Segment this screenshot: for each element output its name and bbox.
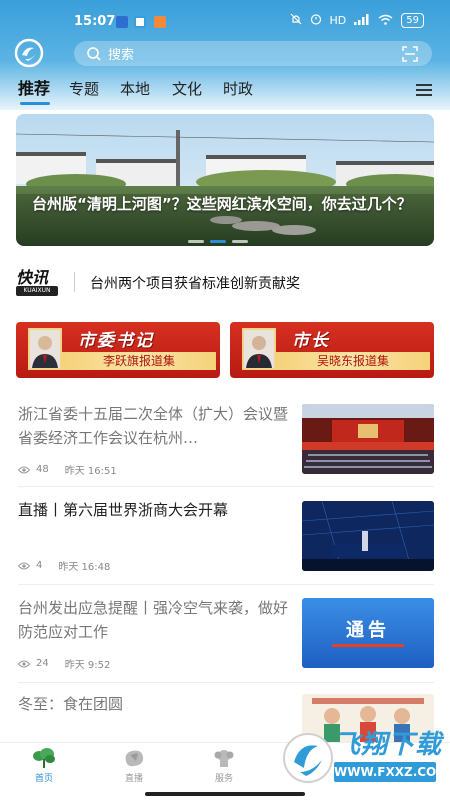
news-flash-headline: 台州两个项目获省标准创新贡献奖 [90,276,300,292]
notice-underline [332,644,404,647]
wifi-icon [378,14,393,28]
nav-home[interactable]: 首页 [14,747,74,784]
active-tab-indicator [20,102,50,105]
carousel-dot [188,240,204,243]
app-logo [14,38,44,68]
watermark-logo-icon [283,733,333,783]
news-flash[interactable]: 快讯 KUAIXUN 台州两个项目获省标准创新贡献奖 [16,264,434,300]
navigation-icon [116,16,128,28]
nav-home-label: 首页 [34,774,53,784]
leader-subtitle: 李跃旗报道集 [102,354,175,368]
featured-banner[interactable]: 台州版“清明上河图”？这些网红滨水空间，你去过几个？ [16,114,434,246]
news-thumbnail [302,404,434,474]
party-secretary-banner[interactable]: 市委书记 李跃旗报道集 [16,322,220,378]
nav-service[interactable]: 服务 [194,747,254,784]
portrait-image [28,328,62,370]
divider [74,272,75,292]
view-count: 48 [36,464,49,475]
signal-icon [354,13,370,28]
watermark: 飞翔下载 WWW.FXXZ.COM [280,716,448,796]
search-icon [86,46,102,62]
news-meta: 48 昨天 16:51 [18,462,117,477]
leader-subtitle: 吴晓东报道集 [316,354,389,368]
home-indicator [145,792,305,796]
tab-politics[interactable]: 时政 [223,78,253,100]
kuaixun-logo-text: 快讯 [16,268,49,287]
news-title: 浙江省委十五届二次全体（扩大）会议暨省委经济工作会议在杭州… [18,405,289,447]
scan-icon[interactable] [402,45,418,62]
search-placeholder: 搜索 [108,48,135,63]
category-tabs: 推荐 专题 本地 文化 时政 [0,78,450,108]
home-icon [32,747,56,769]
kuaixun-logo: 快讯 KUAIXUN [16,264,60,298]
carousel-dot [232,240,248,243]
view-count: 4 [36,560,43,571]
app-notification-icon [134,16,146,28]
menu-icon[interactable] [416,82,434,96]
divider [18,584,434,585]
eye-icon [18,466,30,474]
list-item[interactable]: 浙江省委十五届二次全体（扩大）会议暨省委经济工作会议在杭州… 48 昨天 16:… [0,400,450,480]
service-icon [212,747,236,769]
nav-live[interactable]: 直播 [104,747,164,784]
news-thumbnail: 通告 [302,598,434,668]
mayor-banner[interactable]: 市长 吴晓东报道集 [230,322,434,378]
publish-time: 昨天 16:48 [58,562,111,573]
news-meta: 4 昨天 16:48 [18,558,110,573]
publish-time: 昨天 16:51 [64,466,117,477]
watermark-text: 飞翔下载 [334,730,443,760]
status-bar: 15:07 HD 59 [0,0,450,32]
eye-icon [18,660,30,668]
kuaixun-logo-sub: KUAIXUN [16,286,58,296]
battery-indicator: 59 [401,13,424,28]
divider [18,486,434,487]
alarm-icon [310,13,322,28]
notice-text: 通告 [346,620,390,641]
leader-title: 市长 [292,331,330,351]
news-title: 台州发出应急提醒丨强冷空气来袭，做好防范应对工作 [18,599,289,641]
news-title: 直播丨第六届世界浙商大会开幕 [18,501,229,519]
tab-culture[interactable]: 文化 [172,78,202,100]
banner-image [16,114,434,246]
portrait-image [242,328,276,370]
divider [18,682,434,683]
news-thumbnail [302,501,434,571]
publish-time: 昨天 9:52 [64,660,111,671]
list-item[interactable]: 直播丨第六届世界浙商大会开幕 4 昨天 16:48 [0,498,450,578]
tab-local[interactable]: 本地 [120,78,150,100]
watermark-url: WWW.FXXZ.COM [334,762,448,782]
leader-title: 市委书记 [78,331,154,351]
eye-icon [18,562,30,570]
nav-live-label: 直播 [124,774,143,784]
tab-recommend[interactable]: 推荐 [18,78,50,100]
status-time: 15:07 [74,14,116,29]
news-title: 冬至：食在团圆 [18,695,124,713]
tab-topics[interactable]: 专题 [69,78,99,100]
shop-notification-icon [154,16,166,28]
nav-service-label: 服务 [214,774,233,784]
banner-title: 台州版“清明上河图”？这些网红滨水空间，你去过几个？ [32,195,412,213]
status-indicators: HD 59 [290,13,424,28]
view-count: 24 [36,658,49,669]
network-type: HD [329,14,347,27]
search-input[interactable]: 搜索 [74,41,432,66]
news-meta: 24 昨天 9:52 [18,656,110,671]
mute-icon [290,13,302,28]
list-item[interactable]: 台州发出应急提醒丨强冷空气来袭，做好防范应对工作 24 昨天 9:52 通告 [0,596,450,676]
live-icon [122,747,146,769]
carousel-indicator [188,240,248,243]
carousel-dot-active [210,240,226,243]
